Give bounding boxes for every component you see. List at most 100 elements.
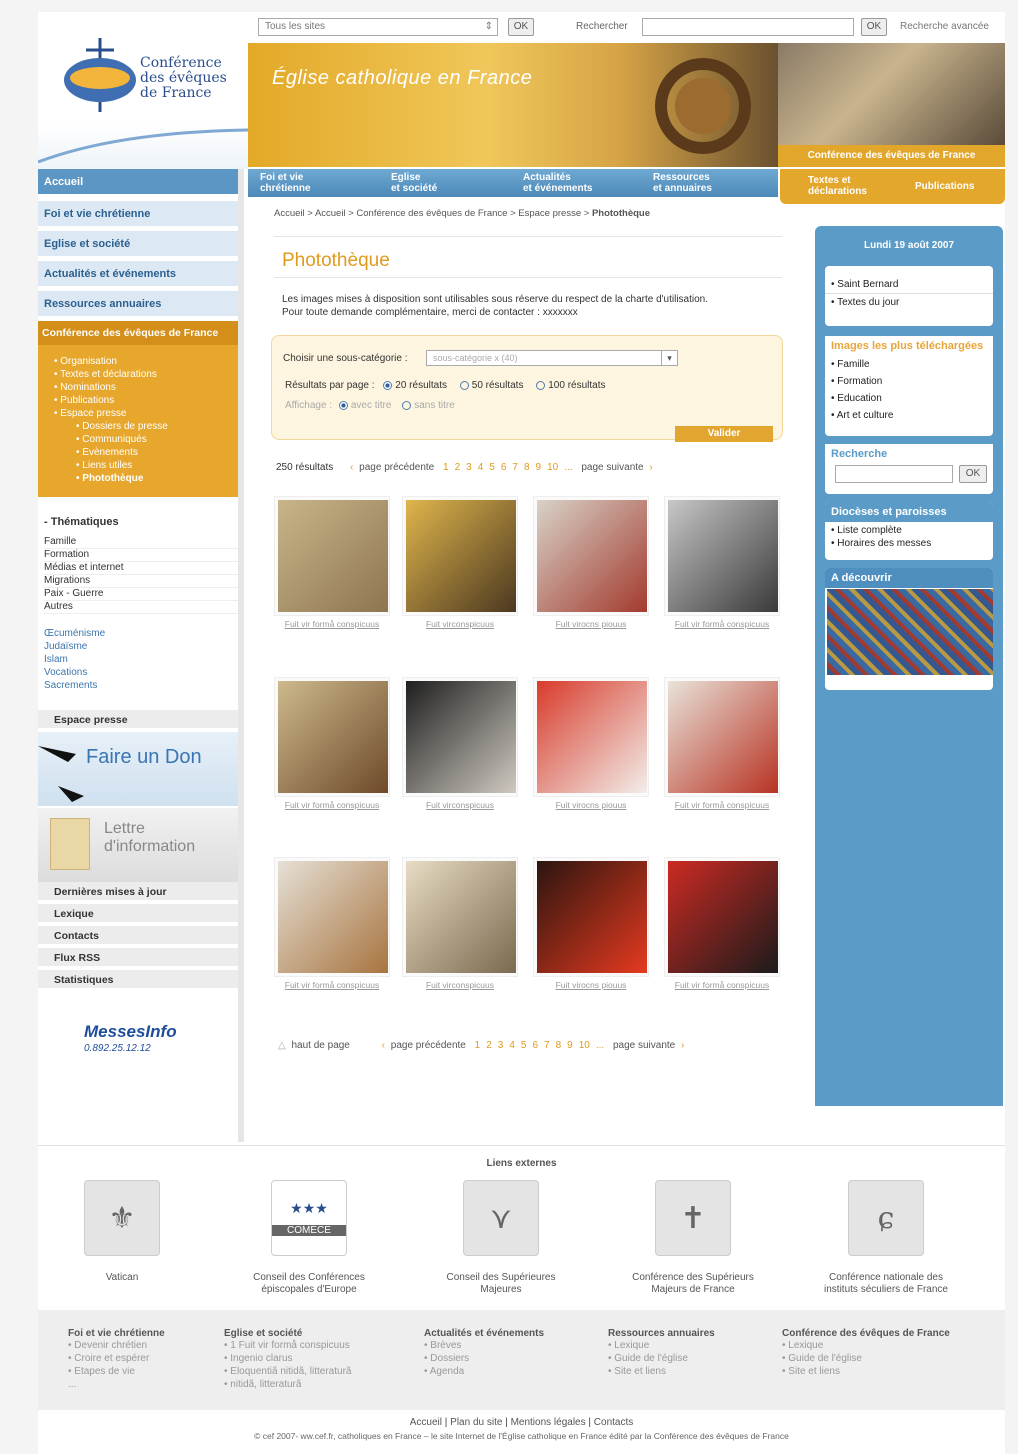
photo-thumbnail[interactable] [664,677,780,797]
footer-column-title[interactable]: Eglise et société [224,1328,351,1339]
back-to-top-link[interactable]: haut de page [291,1040,349,1051]
top-image-link[interactable]: • Art et culture [825,407,993,424]
photo-caption[interactable]: Fuit virconspicuus [402,619,518,629]
ext-link-corref[interactable]: ✝ Conférence des Supérieurs Majeurs de Fr… [603,1180,783,1296]
left-actualites[interactable]: Actualités et événements [38,261,238,288]
left-conf-item[interactable]: • Nominations [54,381,116,394]
footer-link[interactable]: • nitidã, litteraturã [224,1378,351,1391]
page-link[interactable]: 1 [475,1040,481,1051]
footer-link[interactable]: • Devenir chrétien [68,1339,165,1352]
photo-caption[interactable]: Fuit virocns piouus [533,980,649,990]
dioceses-link[interactable]: • Liste complète [825,522,993,537]
page-link[interactable]: 7 [544,1040,550,1051]
photo-caption[interactable]: Fuit vir formå conspicuus [664,619,780,629]
stained-glass-image[interactable] [827,589,993,675]
next-page-link[interactable]: page suivante [581,462,643,473]
left-conf-subitem-active[interactable]: • Photothèque [76,472,143,485]
other-theme[interactable]: Vocations [44,666,87,679]
left-conf-subitem[interactable]: • Liens utiles [76,459,132,472]
footer-link[interactable]: • Guide de l'église [608,1352,715,1365]
radio-50[interactable]: 50 résultats [459,380,523,391]
subcategory-select[interactable]: sous-catégorie x (40) ▾ [426,350,678,366]
ext-link-csm[interactable]: ⋎ Conseil des Supérieures Majeures [411,1180,591,1296]
footer-link[interactable]: • Lexique [608,1339,715,1352]
page-link[interactable]: 2 [486,1040,492,1051]
advanced-search-link[interactable]: Recherche avancée [900,21,989,32]
thematique-item[interactable]: Médias et internet [44,561,238,575]
nav-actualites[interactable]: Actualités et événements [523,172,592,194]
thematique-item[interactable]: Paix - Guerre [44,587,238,601]
footer-column-title[interactable]: Actualités et événements [424,1328,544,1339]
top-image-link[interactable]: • Formation [825,373,993,390]
footer-column-title[interactable]: Conférence des évêques de France [782,1328,950,1339]
photo-thumbnail[interactable] [664,857,780,977]
photo-caption[interactable]: Fuit vir formå conspicuus [664,800,780,810]
footer-link[interactable]: • Agenda [424,1365,544,1378]
left-foi[interactable]: Foi et vie chrétienne [38,201,238,228]
page-link[interactable]: 6 [532,1040,538,1051]
legal-link[interactable]: Accueil [410,1417,442,1428]
saint-link[interactable]: • Saint Bernard [825,276,993,293]
footer-link[interactable]: • Dossiers [424,1352,544,1365]
left-conf-item[interactable]: • Espace presse [54,407,126,420]
page-link[interactable]: 10 [579,1040,590,1051]
left-eglise[interactable]: Eglise et société [38,231,238,258]
page-link[interactable]: 6 [501,462,507,473]
footer-link[interactable]: • Brèves [424,1339,544,1352]
breadcrumb-link[interactable]: Accueil [315,208,346,219]
page-link[interactable]: 4 [478,462,484,473]
footer-column-title[interactable]: Foi et vie chrétienne [68,1328,165,1339]
photo-caption[interactable]: Fuit vir formå conspicuus [664,980,780,990]
breadcrumb-link[interactable]: Conférence des évêques de France [356,208,507,219]
textes-du-jour-link[interactable]: • Textes du jour [825,293,993,311]
right-search-ok-button[interactable]: OK [959,465,987,483]
left-espace-presse[interactable]: Espace presse [38,710,238,730]
thematique-item[interactable]: Formation [44,548,238,562]
page-link[interactable]: 5 [521,1040,527,1051]
photo-thumbnail[interactable] [533,496,649,616]
footer-link[interactable]: ... [68,1378,165,1391]
prev-page-link[interactable]: page précédente [391,1040,466,1051]
messesinfo-logo[interactable]: MessesInfo [84,1022,177,1042]
other-theme[interactable]: Sacrements [44,679,97,692]
valider-button[interactable]: Valider [675,426,773,442]
photo-thumbnail[interactable] [402,677,518,797]
left-link-lexique[interactable]: Lexique [38,904,238,924]
left-conf-subitem[interactable]: • Dossiers de presse [76,420,168,433]
photo-thumbnail[interactable] [274,857,390,977]
nav-ressources[interactable]: Ressources et annuaires [653,172,712,194]
footer-link[interactable]: • Guide de l'église [782,1352,950,1365]
thematique-item[interactable]: Autres [44,600,238,614]
top-image-link[interactable]: • Famille [825,356,993,373]
left-link-rss[interactable]: Flux RSS [38,948,238,968]
cef-logo[interactable]: Conférence des évêques de France [38,12,248,169]
page-link[interactable]: 3 [498,1040,504,1051]
left-conf-subitem[interactable]: • Communiqués [76,433,147,446]
top-image-link[interactable]: • Education [825,390,993,407]
footer-column-title[interactable]: Ressources annuaires [608,1328,715,1339]
left-conf-item[interactable]: • Organisation [54,355,117,368]
photo-caption[interactable]: Fuit vir formå conspicuus [274,800,390,810]
photo-thumbnail[interactable] [274,496,390,616]
footer-link[interactable]: • Ingenio clarus [224,1352,351,1365]
prev-page-link[interactable]: page précédente [359,462,434,473]
other-theme[interactable]: Judaïsme [44,640,87,653]
photo-caption[interactable]: Fuit virocns piouus [533,619,649,629]
photo-caption[interactable]: Fuit virconspicuus [402,800,518,810]
page-link[interactable]: 1 [443,462,449,473]
legal-link[interactable]: Plan du site [450,1417,502,1428]
legal-link[interactable]: Mentions légales [511,1417,586,1428]
footer-link[interactable]: • Croire et espérer [68,1352,165,1365]
photo-thumbnail[interactable] [402,857,518,977]
nav-publications[interactable]: Publications [915,181,974,192]
site-select[interactable]: Tous les sites ⇕ [258,18,498,36]
left-ressources[interactable]: Ressources annuaires [38,291,238,318]
footer-link[interactable]: • Lexique [782,1339,950,1352]
ext-link-vatican[interactable]: ⚜ Vatican [32,1180,212,1284]
other-theme[interactable]: Œcuménisme [44,627,105,640]
horaires-link[interactable]: • Horaires des messes [825,537,993,550]
right-search-input[interactable] [835,465,953,483]
photo-caption[interactable]: Fuit vir formå conspicuus [274,619,390,629]
left-conf-item[interactable]: • Publications [54,394,114,407]
left-home[interactable]: Accueil [38,169,238,196]
